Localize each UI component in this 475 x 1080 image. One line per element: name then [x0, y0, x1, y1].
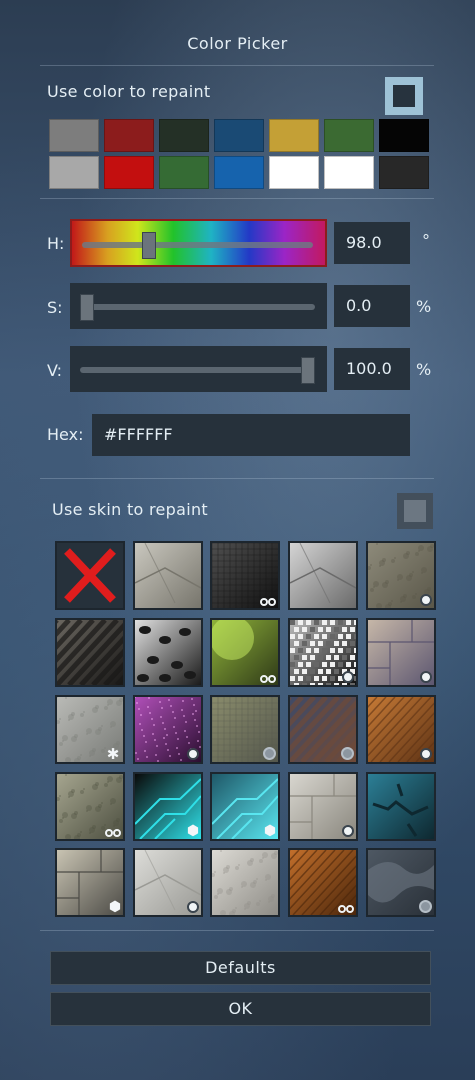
dlc-badge-icon [420, 748, 432, 760]
defaults-button[interactable]: Defaults [50, 951, 431, 985]
color-swatch[interactable] [49, 156, 99, 189]
dlc-badge-icon [342, 671, 354, 683]
skin-texture [135, 620, 201, 685]
skin-tile[interactable]: ⬢ [55, 848, 125, 917]
color-swatch[interactable] [379, 156, 429, 189]
hue-track [82, 242, 313, 248]
link-icon [105, 829, 121, 837]
cube-icon: ⬢ [263, 823, 277, 839]
skin-tile[interactable] [366, 772, 436, 841]
link-icon [260, 675, 276, 683]
color-swatch[interactable] [324, 119, 374, 152]
skin-texture [212, 850, 278, 915]
ok-button[interactable]: OK [50, 992, 431, 1026]
color-swatch[interactable] [214, 119, 264, 152]
color-swatch[interactable] [104, 156, 154, 189]
saturation-thumb[interactable] [80, 294, 94, 321]
skin-tile[interactable] [210, 695, 280, 764]
skin-tile[interactable] [133, 618, 203, 687]
skin-tile[interactable] [133, 541, 203, 610]
color-swatch[interactable] [324, 156, 374, 189]
use-skin-label: Use skin to repaint [52, 500, 208, 519]
skin-tile[interactable] [288, 848, 358, 917]
hex-divider [40, 478, 434, 479]
color-swatch[interactable] [269, 156, 319, 189]
skin-tile[interactable] [288, 772, 358, 841]
dlc-badge-icon [187, 748, 199, 760]
dlc-badge-icon [187, 901, 199, 913]
skin-tile[interactable] [55, 618, 125, 687]
link-icon [260, 598, 276, 606]
color-swatch[interactable] [159, 119, 209, 152]
saturation-slider[interactable] [70, 283, 327, 329]
cube-icon: ⬢ [108, 899, 122, 915]
hue-slider[interactable] [70, 219, 327, 267]
dlc-badge-icon [420, 671, 432, 683]
value-thumb[interactable] [301, 357, 315, 384]
skin-tile[interactable] [366, 695, 436, 764]
saturation-unit: % [416, 297, 432, 316]
saturation-label: S: [47, 298, 63, 317]
skin-texture [135, 543, 201, 608]
hue-label: H: [47, 234, 65, 253]
use-color-checkbox[interactable] [385, 77, 423, 115]
hex-label: Hex: [47, 425, 84, 444]
color-swatch[interactable] [379, 119, 429, 152]
hue-thumb[interactable] [142, 232, 157, 259]
hue-value-field[interactable]: 98.0 [334, 222, 410, 264]
skin-tile[interactable] [366, 618, 436, 687]
value-unit: % [416, 360, 432, 379]
link-icon [338, 905, 354, 913]
locked-badge-icon [419, 900, 432, 913]
skin-tile[interactable] [133, 695, 203, 764]
dlc-badge-icon [420, 594, 432, 606]
skin-tile[interactable] [55, 772, 125, 841]
skin-tile-none[interactable] [55, 541, 125, 610]
remove-skin-icon [64, 548, 116, 603]
skin-tile[interactable] [288, 618, 358, 687]
skin-tile[interactable] [366, 541, 436, 610]
snowflake-icon: ✱ [106, 745, 120, 763]
checkbox-mark [404, 500, 426, 522]
value-track [80, 367, 315, 373]
dlc-badge-icon [342, 825, 354, 837]
skin-tile[interactable] [366, 848, 436, 917]
skin-tile[interactable] [210, 618, 280, 687]
value-slider[interactable] [70, 346, 327, 392]
skin-tile[interactable] [133, 848, 203, 917]
color-swatch[interactable] [49, 119, 99, 152]
skin-texture [57, 620, 123, 685]
skin-texture [368, 774, 434, 839]
skin-tile[interactable] [210, 848, 280, 917]
color-swatch[interactable] [159, 156, 209, 189]
title-divider [40, 65, 434, 66]
skin-texture [290, 543, 356, 608]
saturation-value-field[interactable]: 0.0 [334, 285, 410, 327]
color-swatch[interactable] [104, 119, 154, 152]
skin-tile[interactable]: ⬢ [210, 772, 280, 841]
locked-badge-icon [263, 747, 276, 760]
color-swatch[interactable] [214, 156, 264, 189]
use-skin-checkbox[interactable] [397, 493, 433, 529]
saturation-track [80, 304, 315, 310]
skin-tile[interactable] [288, 695, 358, 764]
skin-tile[interactable] [288, 541, 358, 610]
skin-tile[interactable]: ⬢ [133, 772, 203, 841]
skin-tile[interactable]: ✱ [55, 695, 125, 764]
swatch-divider [40, 198, 434, 199]
value-label: V: [47, 361, 63, 380]
hex-input[interactable]: #FFFFFF [92, 414, 410, 456]
hue-unit: ° [422, 231, 430, 250]
skin-divider [40, 930, 434, 931]
color-swatch[interactable] [269, 119, 319, 152]
cube-icon: ⬢ [186, 823, 200, 839]
use-color-label: Use color to repaint [47, 82, 211, 101]
panel-title: Color Picker [187, 34, 288, 53]
checkbox-mark [393, 85, 415, 107]
value-value-field[interactable]: 100.0 [334, 348, 410, 390]
skin-tile[interactable] [210, 541, 280, 610]
locked-badge-icon [341, 747, 354, 760]
